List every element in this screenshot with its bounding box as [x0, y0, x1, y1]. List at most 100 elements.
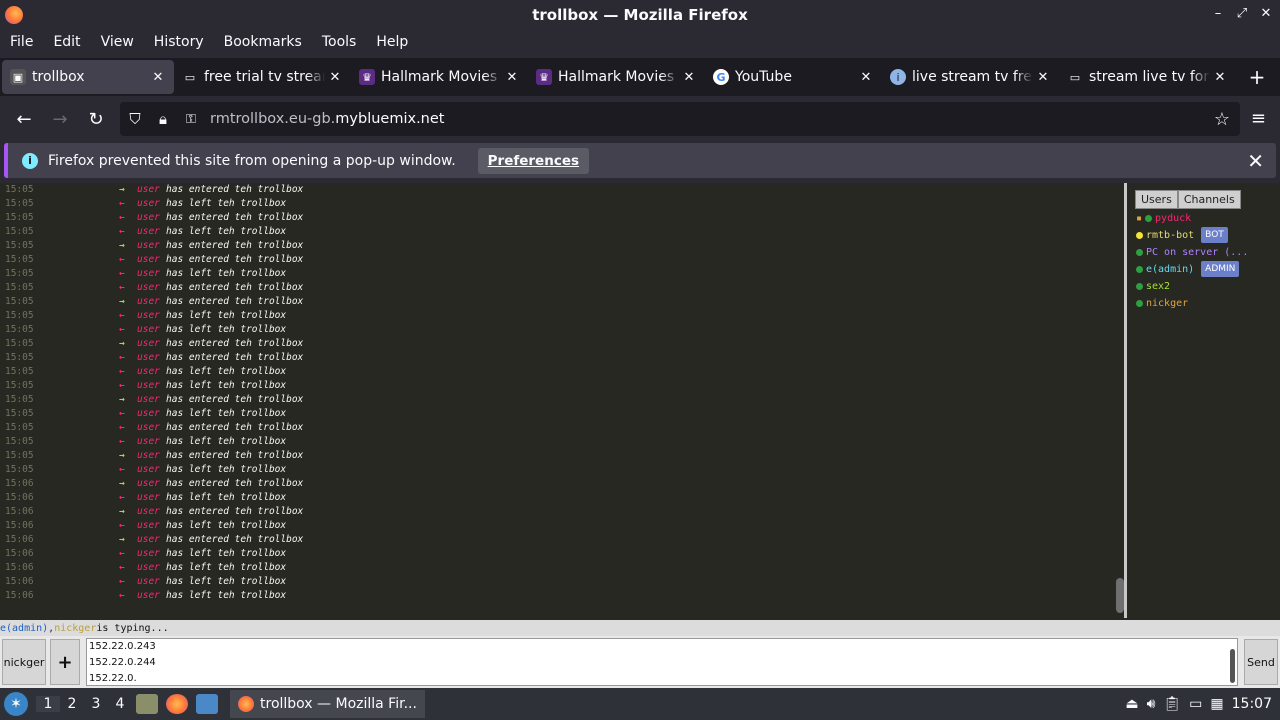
file-manager-icon[interactable]	[136, 694, 158, 714]
chat-user[interactable]: user	[137, 380, 160, 391]
menu-tools[interactable]: Tools	[312, 34, 367, 50]
workspace-4[interactable]: 4	[108, 696, 132, 712]
chat-user[interactable]: user	[137, 352, 160, 363]
tab-users[interactable]: Users	[1135, 190, 1178, 209]
chat-user[interactable]: user	[137, 240, 160, 251]
chat-user[interactable]: user	[137, 310, 160, 321]
menu-view[interactable]: View	[91, 34, 144, 50]
close-tab-icon[interactable]: ✕	[856, 70, 876, 85]
user-list-item[interactable]: rmtb-bot BOT	[1136, 227, 1228, 243]
tab-hallmark-1[interactable]: ♛ Hallmark Movies Now ✕	[351, 60, 528, 94]
chat-user[interactable]: user	[137, 492, 160, 503]
chat-user[interactable]: user	[137, 408, 160, 419]
chat-user[interactable]: user	[137, 436, 160, 447]
url-text[interactable]: rmtrollbox.eu-gb.mybluemix.net	[210, 111, 444, 127]
chat-message: has left teh trollbox	[166, 309, 287, 321]
message-textarea[interactable]: 152.22.0.243 152.22.0.244 152.22.0.	[86, 638, 1238, 686]
chat-user[interactable]: user	[137, 296, 160, 307]
close-tab-icon[interactable]: ✕	[502, 70, 522, 85]
close-notification-icon[interactable]: ✕	[1247, 149, 1264, 173]
enter-arrow-icon: →	[119, 505, 125, 517]
chat-message: has left teh trollbox	[166, 379, 287, 391]
chat-user[interactable]: user	[137, 338, 160, 349]
chat-user[interactable]: user	[137, 506, 160, 517]
close-window-button[interactable]: ✕	[1258, 4, 1274, 24]
chat-user[interactable]: user	[137, 226, 160, 237]
forward-arrow-icon[interactable]: →	[42, 109, 78, 130]
workspace-3[interactable]: 3	[84, 696, 108, 712]
bookmark-star-icon[interactable]: ☆	[1214, 109, 1230, 130]
close-tab-icon[interactable]: ✕	[148, 70, 168, 85]
add-button[interactable]: +	[50, 639, 80, 685]
taskbar-firefox-task[interactable]: trollbox — Mozilla Fir...	[230, 690, 425, 718]
preferences-button[interactable]: Preferences	[477, 147, 590, 174]
clipboard-icon[interactable]: 📋︎	[1163, 696, 1181, 712]
display-icon[interactable]: ▭	[1189, 696, 1202, 712]
shield-icon[interactable]: ⛉	[122, 110, 148, 128]
minimize-button[interactable]: –	[1210, 4, 1226, 24]
menu-bookmarks[interactable]: Bookmarks	[214, 34, 312, 50]
chat-user[interactable]: user	[137, 464, 160, 475]
tab-live-stream[interactable]: i live stream tv free ✕	[882, 60, 1059, 94]
chat-user[interactable]: user	[137, 450, 160, 461]
chat-user[interactable]: user	[137, 590, 160, 601]
menu-history[interactable]: History	[144, 34, 214, 50]
textarea-scrollbar[interactable]	[1230, 649, 1235, 683]
url-bar[interactable]: ⛉ 🔒︎ ⚿ rmtrollbox.eu-gb.mybluemix.net ☆	[120, 102, 1240, 136]
user-list-item[interactable]: e(admin) ADMIN	[1136, 261, 1240, 277]
chat-user[interactable]: user	[137, 324, 160, 335]
user-list-item[interactable]: PC on server (...	[1136, 244, 1248, 260]
chat-user[interactable]: user	[137, 184, 160, 195]
chat-log[interactable]: 15:05 → user has entered teh trollbox 15:05 ←…	[0, 183, 1127, 618]
chat-user[interactable]: user	[137, 548, 160, 559]
workspace-2[interactable]: 2	[60, 696, 84, 712]
chat-user[interactable]: user	[137, 394, 160, 405]
tab-free-trial[interactable]: ▭ free trial tv stream ✕	[174, 60, 351, 94]
back-arrow-icon[interactable]: ←	[6, 109, 42, 130]
chat-user[interactable]: user	[137, 478, 160, 489]
network-icon[interactable]: ▦	[1210, 696, 1223, 712]
lock-icon: ▪	[1136, 212, 1143, 224]
volume-icon[interactable]: 🔊︎	[1147, 696, 1156, 712]
chat-user[interactable]: user	[137, 366, 160, 377]
app-menu-icon[interactable]: ≡	[1251, 108, 1266, 129]
start-menu-icon[interactable]: ✶	[4, 692, 28, 716]
menu-edit[interactable]: Edit	[43, 34, 90, 50]
chat-user[interactable]: user	[137, 422, 160, 433]
chat-user[interactable]: user	[137, 282, 160, 293]
tab-youtube[interactable]: G YouTube ✕	[705, 60, 882, 94]
close-tab-icon[interactable]: ✕	[1210, 70, 1230, 85]
tab-trollbox[interactable]: ▣ trollbox ✕	[2, 60, 174, 94]
nickname-button[interactable]: nickger	[2, 639, 46, 685]
lock-icon[interactable]: 🔒︎	[150, 110, 176, 128]
desktop-icon[interactable]	[196, 694, 218, 714]
chat-user[interactable]: user	[137, 520, 160, 531]
user-list-item[interactable]: nickger	[1136, 295, 1188, 311]
reload-icon[interactable]: ↻	[78, 109, 114, 130]
new-tab-button[interactable]: +	[1242, 65, 1272, 89]
eject-icon[interactable]: ⏏	[1125, 696, 1138, 712]
chat-user[interactable]: user	[137, 576, 160, 587]
workspace-1[interactable]: 1	[36, 696, 60, 712]
close-tab-icon[interactable]: ✕	[325, 70, 345, 85]
user-list-item[interactable]: ▪ pyduck	[1136, 210, 1191, 226]
chat-user[interactable]: user	[137, 268, 160, 279]
chat-scrollbar[interactable]	[1116, 578, 1124, 613]
chat-user[interactable]: user	[137, 534, 160, 545]
maximize-button[interactable]: ⤢	[1234, 4, 1250, 24]
close-tab-icon[interactable]: ✕	[679, 70, 699, 85]
chat-user[interactable]: user	[137, 562, 160, 573]
send-button[interactable]: Send	[1244, 639, 1278, 685]
menu-file[interactable]: File	[0, 34, 43, 50]
tab-hallmark-2[interactable]: ♛ Hallmark Movies Now ✕	[528, 60, 705, 94]
tab-stream-live[interactable]: ▭ stream live tv for free ✕	[1059, 60, 1236, 94]
chat-user[interactable]: user	[137, 212, 160, 223]
user-list-item[interactable]: sex2	[1136, 278, 1170, 294]
firefox-launcher-icon[interactable]	[166, 694, 188, 714]
menu-help[interactable]: Help	[366, 34, 418, 50]
chat-user[interactable]: user	[137, 198, 160, 209]
chat-user[interactable]: user	[137, 254, 160, 265]
permissions-icon[interactable]: ⚿	[178, 112, 204, 127]
close-tab-icon[interactable]: ✕	[1033, 70, 1053, 85]
tab-channels[interactable]: Channels	[1177, 190, 1241, 209]
